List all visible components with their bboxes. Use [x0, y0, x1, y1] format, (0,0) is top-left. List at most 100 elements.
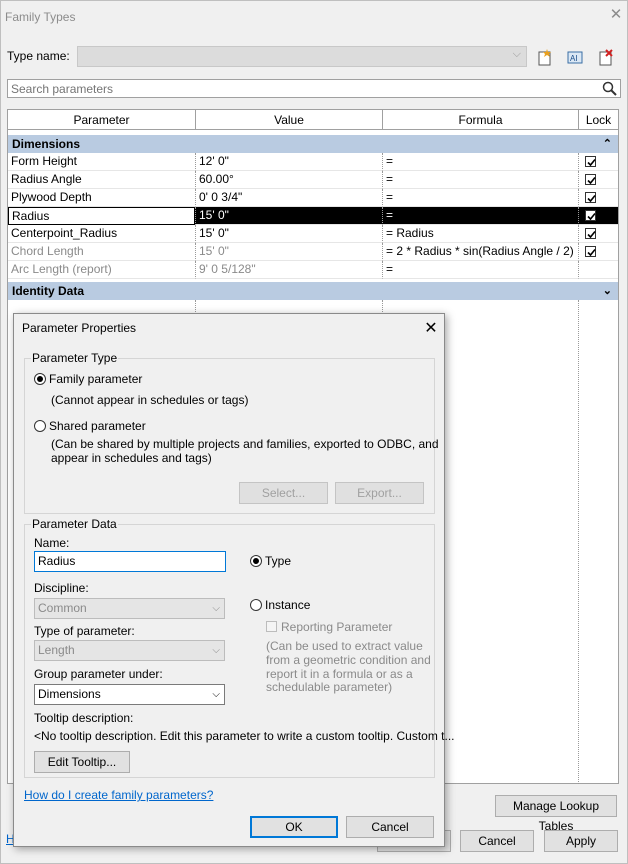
apply-button[interactable]: Apply [544, 830, 618, 852]
table-row[interactable]: Centerpoint_Radius 15' 0" = Radius [8, 225, 618, 243]
help-link[interactable]: How do I create family parameters? [24, 788, 213, 802]
value-cell[interactable]: 12' 0" [195, 153, 382, 171]
group-parameter-under-dropdown[interactable]: Dimensions ⌵ [34, 684, 225, 705]
table-row[interactable]: Radius Angle 60.00° = [8, 171, 618, 189]
formula-cell[interactable]: = Radius [382, 225, 578, 243]
lock-checkbox[interactable] [585, 174, 596, 185]
lock-cell [578, 243, 618, 261]
group-label: Dimensions [12, 137, 81, 151]
group-label: Parameter Type [31, 351, 119, 365]
parameter-cell[interactable]: Chord Length [8, 243, 195, 261]
value-cell[interactable]: 15' 0" [195, 225, 382, 243]
chevron-down-icon: ⌵ [212, 645, 220, 656]
value-cell[interactable]: 60.00° [195, 171, 382, 189]
reporting-note: from a geometric condition and [266, 653, 431, 667]
type-radio-label: Type [265, 554, 292, 568]
formula-cell[interactable]: = [382, 171, 578, 189]
search-input[interactable] [8, 80, 594, 97]
type-of-parameter-dropdown[interactable]: Length ⌵ [34, 640, 225, 661]
group-dimensions[interactable]: Dimensions ⌃ [8, 135, 618, 153]
column-header-value[interactable]: Value [196, 110, 383, 130]
reporting-note: (Can be used to extract value [266, 639, 423, 653]
value-cell[interactable]: 0' 0 3/4" [195, 189, 382, 207]
close-icon[interactable]: ✕ [608, 7, 624, 23]
type-name-label: Type name: [7, 49, 70, 63]
select-button[interactable]: Select... [239, 482, 328, 504]
reporting-parameter-label: Reporting Parameter [281, 620, 393, 634]
table-row[interactable]: Plywood Depth 0' 0 3/4" = [8, 189, 618, 207]
value-cell[interactable]: 15' 0" [195, 243, 382, 261]
parameter-cell[interactable]: Centerpoint_Radius [8, 225, 195, 243]
chevron-down-icon: ⌵ [512, 48, 521, 60]
group-identity-data[interactable]: Identity Data ⌄ [8, 282, 618, 300]
column-header-lock[interactable]: Lock [579, 110, 618, 130]
parameter-cell[interactable]: Form Height [8, 153, 195, 171]
search-parameters-field[interactable] [7, 79, 621, 98]
export-button[interactable]: Export... [335, 482, 424, 504]
lock-cell [578, 171, 618, 189]
value-cell[interactable]: 9' 0 5/128" [195, 261, 382, 279]
tooltip-description-label: Tooltip description: [34, 711, 134, 725]
name-input[interactable]: Radius [34, 551, 226, 572]
expand-icon[interactable]: ⌄ [603, 282, 612, 300]
lock-checkbox[interactable] [585, 210, 596, 221]
type-radio[interactable] [250, 555, 262, 567]
formula-cell[interactable]: = [382, 261, 578, 279]
chevron-down-icon: ⌵ [212, 603, 220, 614]
formula-cell[interactable]: = 2 * Radius * sin(Radius Angle / 2) [382, 243, 578, 261]
type-of-parameter-value: Length [38, 643, 75, 657]
parameter-cell[interactable]: Radius [8, 207, 195, 225]
family-parameter-label: Family parameter [49, 372, 143, 386]
name-label: Name: [34, 536, 70, 550]
shared-parameter-radio[interactable] [34, 420, 46, 432]
delete-type-icon[interactable] [597, 48, 615, 66]
value-cell[interactable]: 15' 0" [195, 207, 382, 225]
column-header-formula[interactable]: Formula [383, 110, 579, 130]
lock-checkbox[interactable] [585, 228, 596, 239]
lock-cell [578, 153, 618, 171]
group-parameter-under-label: Group parameter under: [34, 667, 163, 681]
lock-checkbox[interactable] [585, 156, 596, 167]
lock-cell [578, 189, 618, 207]
window-title: Family Types [5, 10, 76, 24]
instance-radio-label: Instance [265, 598, 311, 612]
new-type-icon[interactable] [536, 48, 554, 66]
parameter-cell[interactable]: Arc Length (report) [8, 261, 195, 279]
edit-tooltip-button[interactable]: Edit Tooltip... [34, 751, 130, 773]
formula-cell[interactable]: = [382, 207, 578, 225]
formula-cell[interactable]: = [382, 189, 578, 207]
table-row[interactable]: Arc Length (report) 9' 0 5/128" = [8, 261, 618, 279]
cancel-button[interactable]: Cancel [346, 816, 434, 838]
column-divider [578, 300, 579, 784]
table-row[interactable]: Chord Length 15' 0" = 2 * Radius * sin(Rad… [8, 243, 618, 261]
lock-checkbox[interactable] [585, 246, 596, 257]
type-of-parameter-label: Type of parameter: [34, 624, 135, 638]
column-header-parameter[interactable]: Parameter [8, 110, 196, 130]
group-label: Parameter Data [31, 517, 118, 531]
parameter-cell[interactable]: Radius Angle [8, 171, 195, 189]
rename-type-icon[interactable]: AI [566, 48, 584, 66]
type-name-dropdown[interactable]: ⌵ [77, 46, 527, 67]
lock-cell [578, 261, 618, 279]
table-row[interactable]: Radius 15' 0" = [8, 207, 618, 225]
close-icon[interactable]: ✕ [422, 318, 440, 338]
discipline-dropdown[interactable]: Common ⌵ [34, 598, 225, 619]
ok-button[interactable]: OK [250, 816, 338, 838]
reporting-parameter-checkbox[interactable] [266, 621, 277, 632]
collapse-icon[interactable]: ⌃ [603, 135, 612, 153]
group-label: Identity Data [12, 284, 85, 298]
search-icon[interactable] [602, 81, 618, 100]
cancel-button[interactable]: Cancel [460, 830, 534, 852]
family-parameter-radio[interactable] [34, 373, 46, 385]
formula-cell[interactable]: = [382, 153, 578, 171]
lock-checkbox[interactable] [585, 192, 596, 203]
shared-parameter-note: appear in schedules and tags) [51, 451, 212, 465]
discipline-label: Discipline: [34, 581, 89, 595]
parameter-properties-dialog: Parameter Properties ✕ Parameter Type Fa… [13, 313, 455, 847]
table-row[interactable]: Form Height 12' 0" = [8, 153, 618, 171]
reporting-note: report it in a formula or as a [266, 667, 413, 681]
instance-radio[interactable] [250, 599, 262, 611]
parameter-cell[interactable]: Plywood Depth [8, 189, 195, 207]
tooltip-description-value: <No tooltip description. Edit this param… [34, 729, 455, 743]
manage-lookup-tables-button[interactable]: Manage Lookup Tables [495, 795, 617, 833]
